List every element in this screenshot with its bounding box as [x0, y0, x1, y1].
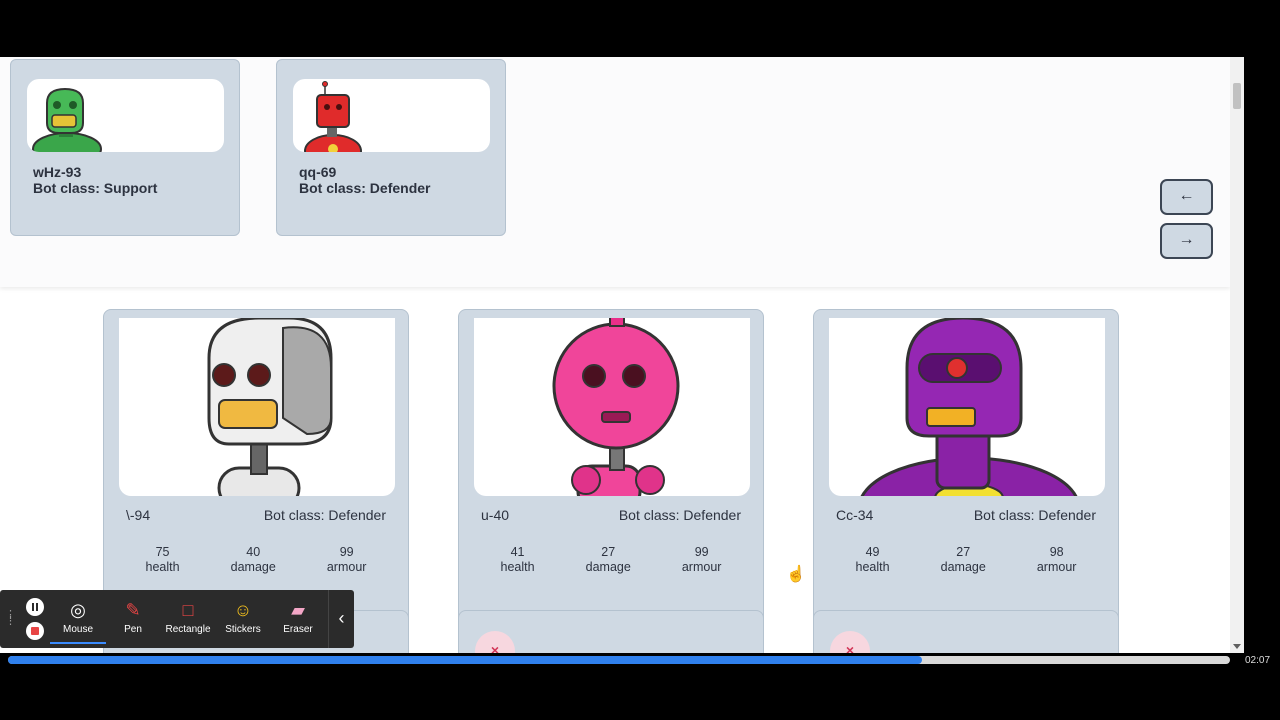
bot-card[interactable]: u-40 Bot class: Defender 41 health 27 dama… [458, 309, 764, 649]
eraser-tool[interactable]: ▰ Eraser [270, 598, 326, 644]
bot-name: Cc-34 [836, 507, 874, 523]
damage-stat: 40 damage [230, 545, 276, 574]
scroll-down-arrow[interactable] [1233, 644, 1241, 649]
pen-icon: ✎ [125, 600, 141, 620]
bot-image [474, 318, 750, 496]
recording-toolbar: ⋮ ⋮ ◎ Mouse ✎ Pen □ Rectangle ☺ Stickers … [0, 590, 354, 648]
video-progress-bar[interactable] [8, 656, 1230, 664]
bot-image [119, 318, 395, 496]
health-stat: 75 health [145, 545, 180, 574]
health-stat: 49 health [855, 545, 890, 574]
bot-name: \-94 [126, 507, 151, 523]
hand-cursor-icon: ☝ [786, 566, 806, 583]
bot-avatar [293, 79, 490, 152]
sticker-icon: ☺ [233, 600, 253, 620]
bot-stats: 41 health 27 damage 99 armour [459, 545, 763, 575]
bot-card[interactable]: Cc-34 Bot class: Defender 49 health 27 dam… [813, 309, 1119, 649]
armour-stat: 99 armour [326, 545, 367, 574]
prev-button[interactable]: ← [1160, 179, 1213, 215]
eraser-icon: ▰ [291, 600, 305, 620]
scrollbar-thumb[interactable] [1233, 83, 1241, 109]
armour-stat: 99 armour [681, 545, 722, 574]
mouse-icon: ◎ [70, 600, 86, 620]
collapse-toolbar-button[interactable]: ‹ [328, 590, 354, 648]
pause-icon[interactable] [26, 598, 44, 616]
drag-handle-icon[interactable]: ⋮ ⋮ [5, 610, 16, 628]
video-time: 02:07 [1245, 655, 1271, 666]
selected-bot-card[interactable]: wHz-93 Bot class: Support [10, 59, 240, 236]
mouse-tool[interactable]: ◎ Mouse [50, 598, 106, 644]
bot-image [829, 318, 1105, 496]
bot-class: Bot class: Defender [973, 507, 1096, 523]
bot-name: qq-69 [299, 164, 337, 180]
selected-bots-panel: wHz-93 Bot class: Support qq-69 Bot clas… [0, 57, 1230, 287]
armour-stat: 98 armour [1036, 545, 1077, 574]
remove-icon[interactable]: × [830, 631, 870, 653]
next-button[interactable]: → [1160, 223, 1213, 259]
damage-stat: 27 damage [940, 545, 986, 574]
bot-card[interactable]: × [458, 610, 764, 653]
vertical-scrollbar[interactable] [1230, 57, 1244, 653]
bot-avatar [27, 79, 224, 152]
remove-icon[interactable]: × [475, 631, 515, 653]
bot-class: Bot class: Defender [618, 507, 741, 523]
bot-stats: 49 health 27 damage 98 armour [814, 545, 1118, 575]
health-stat: 41 health [500, 545, 535, 574]
bot-class: Bot class: Defender [263, 507, 386, 523]
stickers-tool[interactable]: ☺ Stickers [215, 598, 271, 644]
bot-class: Bot class: Support [33, 180, 158, 196]
video-progress-fill [8, 656, 923, 664]
bot-stats: 75 health 40 damage 99 armour [104, 545, 408, 575]
stop-icon[interactable] [26, 622, 44, 640]
damage-stat: 27 damage [585, 545, 631, 574]
rectangle-tool[interactable]: □ Rectangle [160, 598, 216, 644]
pen-tool[interactable]: ✎ Pen [105, 598, 161, 644]
bot-card[interactable]: × [813, 610, 1119, 653]
bot-name: u-40 [481, 507, 510, 523]
bot-class: Bot class: Defender [299, 180, 431, 196]
bot-name: wHz-93 [33, 164, 82, 180]
selected-bot-card[interactable]: qq-69 Bot class: Defender [276, 59, 506, 236]
rectangle-icon: □ [182, 600, 194, 620]
